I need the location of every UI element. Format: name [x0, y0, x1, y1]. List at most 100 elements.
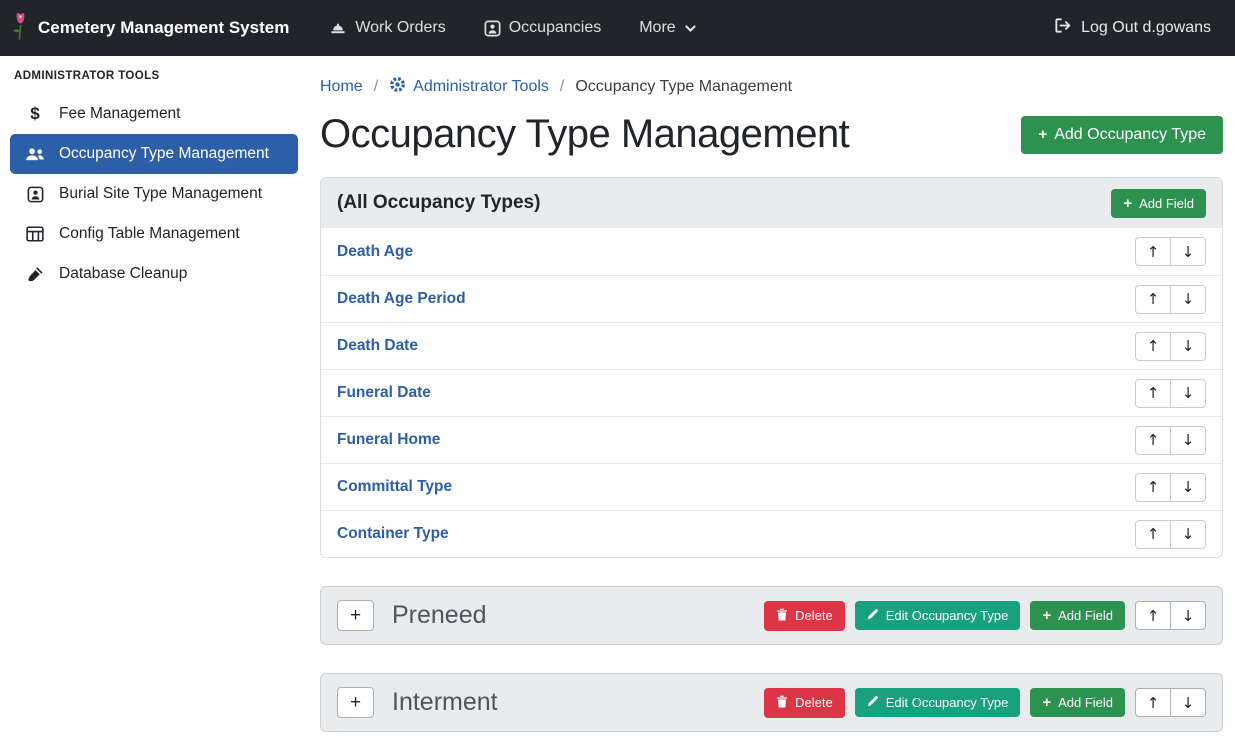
- reorder-group: ↑ ↓: [1135, 379, 1206, 408]
- section-actions: Delete Edit Occupancy Type + Add Field ↑: [764, 601, 1206, 631]
- expand-button[interactable]: +: [337, 600, 374, 631]
- move-down-button[interactable]: ↓: [1170, 473, 1206, 502]
- nav-occupancies-label: Occupancies: [509, 19, 602, 37]
- field-row: Funeral Date ↑ ↓: [321, 369, 1222, 416]
- sidebar-heading: ADMINISTRATOR TOOLS: [0, 66, 308, 94]
- sidebar-item-occupancy-type-management[interactable]: Occupancy Type Management: [10, 134, 298, 174]
- field-link-container-type[interactable]: Container Type: [337, 525, 449, 543]
- section-actions: Delete Edit Occupancy Type + Add Field ↑: [764, 688, 1206, 718]
- add-field-label: Add Field: [1058, 608, 1113, 623]
- sidebar-item-label: Database Cleanup: [59, 265, 187, 283]
- add-field-button[interactable]: + Add Field: [1030, 601, 1125, 630]
- sidebar-item-label: Fee Management: [59, 105, 181, 123]
- move-up-button[interactable]: ↑: [1135, 379, 1171, 408]
- move-up-button[interactable]: ↑: [1135, 426, 1171, 455]
- nav-occupancies[interactable]: Occupancies: [484, 19, 602, 37]
- main-content: Home / Administrator Tools / Occupancy T…: [308, 56, 1235, 738]
- add-field-button[interactable]: + Add Field: [1111, 189, 1206, 218]
- move-up-button[interactable]: ↑: [1135, 520, 1171, 549]
- edit-occupancy-type-button[interactable]: Edit Occupancy Type: [855, 688, 1021, 717]
- brand-title: Cemetery Management System: [38, 18, 289, 38]
- field-row: Death Age ↑ ↓: [321, 228, 1222, 275]
- hard-hat-icon: [329, 20, 347, 36]
- trash-icon: [776, 608, 788, 624]
- sidebar-item-fee-management[interactable]: $ Fee Management: [10, 94, 298, 134]
- occupancy-type-section-preneed: + Preneed Delete: [320, 586, 1223, 645]
- move-up-button[interactable]: ↑: [1135, 332, 1171, 361]
- field-link-funeral-home[interactable]: Funeral Home: [337, 431, 440, 449]
- section-title: Preneed: [392, 601, 487, 630]
- field-row: Funeral Home ↑ ↓: [321, 416, 1222, 463]
- move-up-button[interactable]: ↑: [1135, 237, 1171, 266]
- broom-icon: [24, 266, 46, 283]
- all-occupancy-types-header: (All Occupancy Types) + Add Field: [321, 178, 1222, 228]
- top-navbar: Cemetery Management System Work Orders O…: [0, 0, 1235, 56]
- burial-site-icon: [24, 186, 46, 203]
- page-title: Occupancy Type Management: [320, 112, 849, 157]
- add-field-label: Add Field: [1058, 695, 1113, 710]
- pencil-icon: [867, 695, 879, 710]
- add-occupancy-type-button[interactable]: + Add Occupancy Type: [1021, 116, 1223, 154]
- field-link-committal-type[interactable]: Committal Type: [337, 478, 452, 496]
- breadcrumb: Home / Administrator Tools / Occupancy T…: [320, 76, 1223, 98]
- move-down-button[interactable]: ↓: [1170, 426, 1206, 455]
- move-down-button[interactable]: ↓: [1170, 332, 1206, 361]
- sidebar-item-database-cleanup[interactable]: Database Cleanup: [10, 254, 298, 294]
- plus-icon: +: [1123, 196, 1132, 211]
- plus-icon: +: [1042, 608, 1051, 623]
- edit-occupancy-type-button[interactable]: Edit Occupancy Type: [855, 601, 1021, 630]
- move-down-button[interactable]: ↓: [1170, 688, 1206, 717]
- person-frame-icon: [484, 20, 501, 37]
- move-up-button[interactable]: ↑: [1135, 601, 1171, 630]
- field-row: Death Date ↑ ↓: [321, 322, 1222, 369]
- reorder-group: ↑ ↓: [1135, 426, 1206, 455]
- table-icon: [24, 226, 46, 242]
- field-link-death-age-period[interactable]: Death Age Period: [337, 290, 466, 308]
- plus-icon: +: [1038, 127, 1047, 142]
- all-occupancy-types-title: (All Occupancy Types): [337, 192, 540, 214]
- reorder-group: ↑ ↓: [1135, 520, 1206, 549]
- brand[interactable]: Cemetery Management System: [12, 12, 289, 45]
- users-icon: [24, 147, 46, 162]
- field-link-death-age[interactable]: Death Age: [337, 243, 413, 261]
- flower-logo-icon: [12, 12, 29, 45]
- logout-icon: [1053, 17, 1072, 39]
- section-title: Interment: [392, 688, 498, 717]
- trash-icon: [776, 695, 788, 711]
- field-row: Death Age Period ↑ ↓: [321, 275, 1222, 322]
- edit-occupancy-type-label: Edit Occupancy Type: [886, 608, 1009, 623]
- field-link-funeral-date[interactable]: Funeral Date: [337, 384, 431, 402]
- nav-more[interactable]: More: [639, 19, 696, 37]
- move-down-button[interactable]: ↓: [1170, 379, 1206, 408]
- expand-button[interactable]: +: [337, 687, 374, 718]
- breadcrumb-separator: /: [374, 78, 378, 96]
- move-down-button[interactable]: ↓: [1170, 285, 1206, 314]
- nav-links: Work Orders Occupancies More: [329, 19, 696, 37]
- breadcrumb-current: Occupancy Type Management: [575, 78, 792, 96]
- sidebar-item-burial-site-type-management[interactable]: Burial Site Type Management: [10, 174, 298, 214]
- breadcrumb-admin-tools-label: Administrator Tools: [413, 78, 549, 96]
- move-down-button[interactable]: ↓: [1170, 601, 1206, 630]
- move-up-button[interactable]: ↑: [1135, 688, 1171, 717]
- add-field-label: Add Field: [1139, 196, 1194, 211]
- field-link-death-date[interactable]: Death Date: [337, 337, 418, 355]
- plus-icon: +: [1042, 695, 1051, 710]
- move-down-button[interactable]: ↓: [1170, 520, 1206, 549]
- delete-label: Delete: [795, 695, 833, 710]
- delete-button[interactable]: Delete: [764, 688, 845, 718]
- nav-more-label: More: [639, 19, 675, 37]
- sidebar-item-config-table-management[interactable]: Config Table Management: [10, 214, 298, 254]
- move-down-button[interactable]: ↓: [1170, 237, 1206, 266]
- pencil-icon: [867, 608, 879, 623]
- logout-button[interactable]: Log Out d.gowans: [1053, 17, 1211, 39]
- nav-work-orders[interactable]: Work Orders: [329, 19, 445, 37]
- breadcrumb-admin-tools[interactable]: Administrator Tools: [389, 76, 549, 98]
- move-up-button[interactable]: ↑: [1135, 285, 1171, 314]
- move-up-button[interactable]: ↑: [1135, 473, 1171, 502]
- delete-button[interactable]: Delete: [764, 601, 845, 631]
- reorder-group: ↑ ↓: [1135, 473, 1206, 502]
- delete-label: Delete: [795, 608, 833, 623]
- field-row: Container Type ↑ ↓: [321, 510, 1222, 557]
- breadcrumb-home[interactable]: Home: [320, 78, 363, 96]
- add-field-button[interactable]: + Add Field: [1030, 688, 1125, 717]
